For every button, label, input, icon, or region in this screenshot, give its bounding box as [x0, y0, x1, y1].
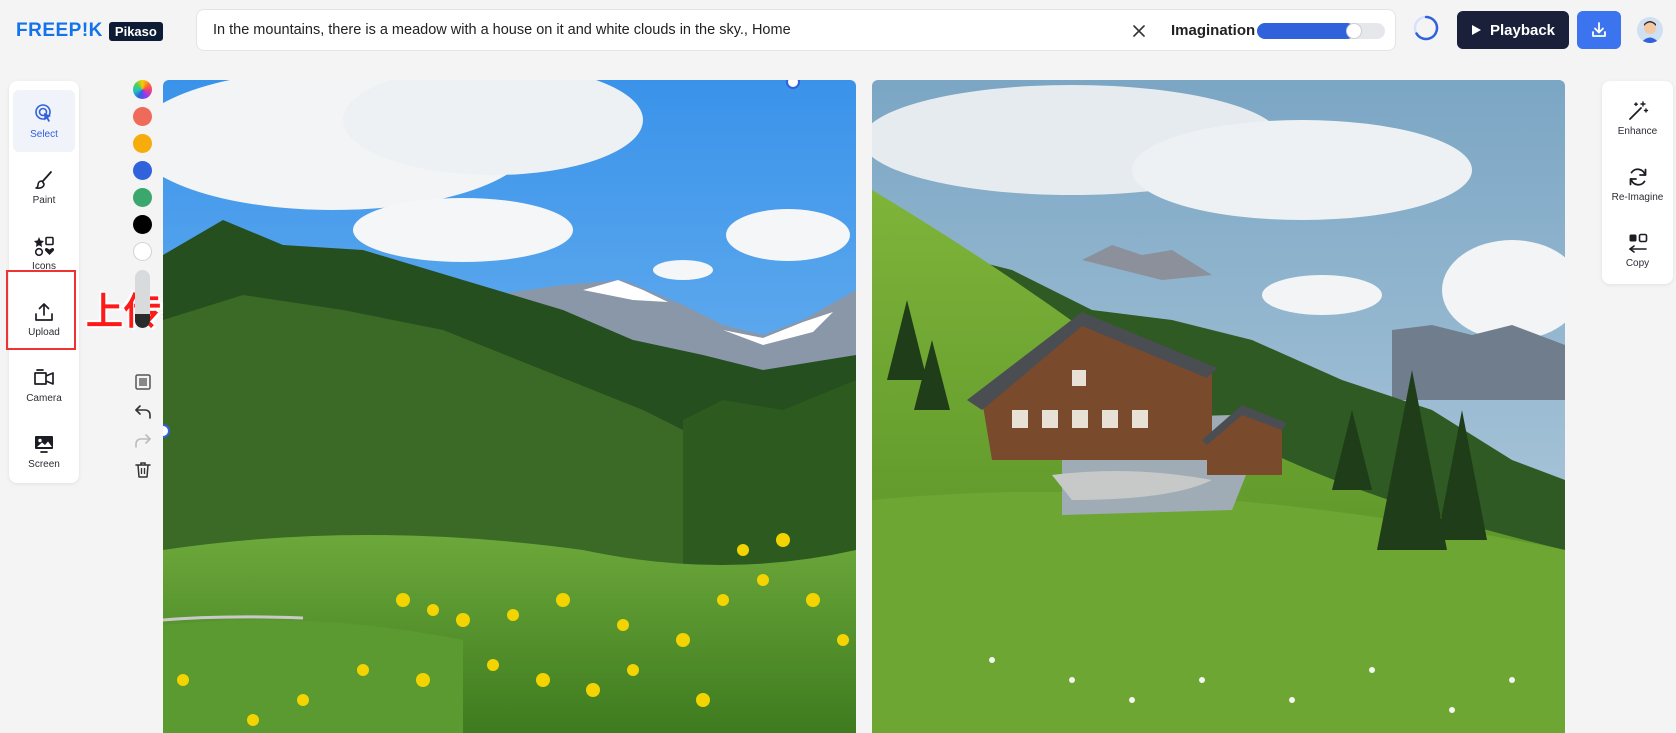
screen-image-icon: [35, 435, 53, 453]
undo-button[interactable]: [133, 402, 153, 422]
delete-button[interactable]: [133, 459, 153, 479]
prompt-input[interactable]: In the mountains, there is a meadow with…: [196, 9, 1396, 51]
shapes-icon: [34, 236, 55, 256]
close-icon: [1133, 25, 1145, 37]
avatar[interactable]: [1637, 17, 1663, 43]
tool-label: Select: [30, 128, 58, 140]
imagination-slider[interactable]: [1257, 23, 1385, 39]
drawing-canvas[interactable]: [163, 80, 856, 733]
copy-layout-icon: [1628, 233, 1647, 253]
copy-button[interactable]: Copy: [1604, 219, 1671, 281]
tool-label: Paint: [32, 194, 56, 206]
upload-highlight-box: [6, 270, 76, 350]
generated-landscape-image: [872, 80, 1565, 733]
paintbrush-icon: [35, 170, 52, 189]
refresh-icon: [1629, 167, 1646, 186]
reimagine-label: Re-Imagine: [1611, 191, 1664, 203]
right-toolbar: Enhance Re-Imagine Copy: [1602, 81, 1673, 284]
undo-icon: [135, 405, 151, 419]
reimagine-button[interactable]: Re-Imagine: [1604, 153, 1671, 215]
color-swatch-yellow[interactable]: [133, 134, 152, 153]
playback-button[interactable]: Playback: [1457, 11, 1569, 49]
trash-icon: [135, 461, 151, 478]
redo-button[interactable]: [133, 431, 153, 451]
color-picker-swatch[interactable]: [133, 80, 152, 99]
color-swatch-black[interactable]: [133, 215, 152, 234]
play-icon: [1471, 25, 1481, 35]
tool-paint[interactable]: Paint: [13, 156, 75, 218]
color-swatch-green[interactable]: [133, 188, 152, 207]
color-swatch-red[interactable]: [133, 107, 152, 126]
enhance-label: Enhance: [1617, 125, 1658, 137]
select-pointer-icon: [35, 103, 51, 122]
tool-label: Camera: [26, 392, 62, 404]
tool-label: Screen: [28, 458, 60, 470]
tool-screen[interactable]: Screen: [13, 420, 75, 482]
reference-landscape-image: [163, 80, 856, 733]
magic-wand-icon: [1628, 100, 1648, 120]
download-button[interactable]: [1577, 11, 1621, 49]
generated-image[interactable]: [872, 80, 1565, 733]
download-icon: [1592, 22, 1606, 37]
enhance-button[interactable]: Enhance: [1604, 87, 1671, 149]
freepik-wordmark: FREEP!K: [16, 20, 103, 41]
color-swatch-white[interactable]: [133, 242, 152, 261]
product-badge: Pikaso: [108, 21, 163, 41]
brush-size-slider[interactable]: [135, 270, 150, 328]
clear-prompt-button[interactable]: [1127, 19, 1151, 43]
copy-label: Copy: [1625, 257, 1650, 269]
imagination-label: Imagination: [1171, 22, 1256, 39]
tool-camera[interactable]: Camera: [13, 354, 75, 416]
color-swatch-blue[interactable]: [133, 161, 152, 180]
imagination-slider-fill: [1257, 23, 1355, 39]
square-icon: [135, 374, 151, 390]
redo-icon: [135, 434, 151, 448]
loading-spinner-icon: [1413, 15, 1439, 41]
user-avatar-icon: [1637, 17, 1663, 43]
imagination-slider-knob[interactable]: [1347, 24, 1361, 38]
playback-label: Playback: [1489, 21, 1556, 39]
logo[interactable]: FREEP!K Pikaso: [16, 20, 163, 42]
layer-toggle-button[interactable]: [133, 372, 153, 392]
top-bar: FREEP!K Pikaso In the mountains, there i…: [0, 0, 1676, 62]
prompt-text[interactable]: In the mountains, there is a meadow with…: [213, 22, 791, 38]
tool-select[interactable]: Select: [13, 90, 75, 152]
camera-icon: [34, 368, 54, 385]
